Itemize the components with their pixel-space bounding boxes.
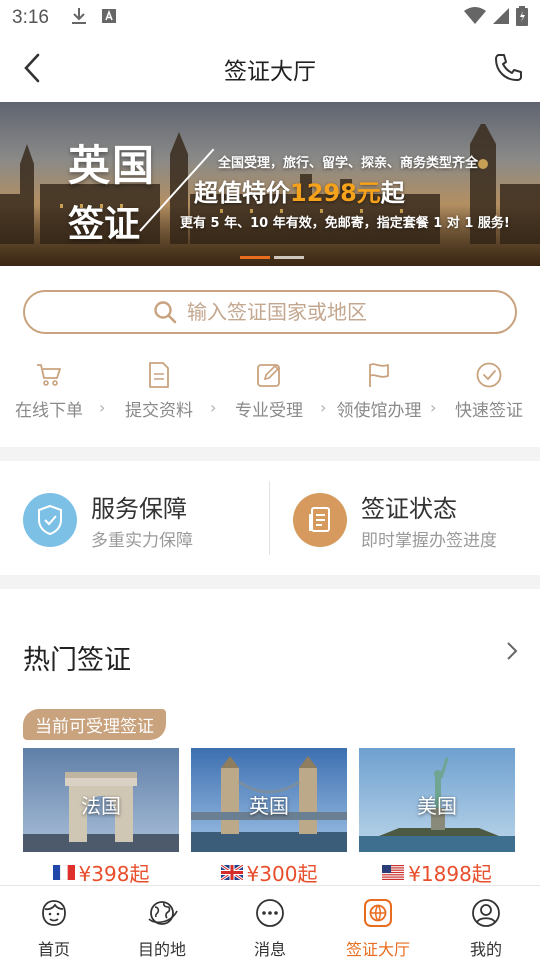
message-icon (253, 896, 287, 930)
step-processing[interactable]: 专业受理 (214, 360, 324, 421)
step-label: 提交资料 (125, 401, 193, 421)
visa-icon (361, 896, 395, 930)
chevron-right-icon (507, 642, 518, 660)
keyboard-a-icon (101, 8, 117, 28)
service-visa-status[interactable]: 签证状态 即时掌握办签进度 (293, 489, 497, 551)
visa-price: ¥398起 (78, 862, 150, 886)
home-face-icon (37, 896, 71, 930)
service-guarantee[interactable]: 服务保障 多重实力保障 (23, 489, 193, 551)
visa-card-usa[interactable]: 美国 ¥1898起 (359, 748, 515, 886)
document-list-icon (293, 493, 347, 547)
banner-copy: 全国受理，旅行、留学、探亲、商务类型齐全 超值特价1298元起 更有 5 年、1… (180, 152, 510, 231)
globe-icon (145, 896, 179, 930)
visa-price-row: ¥300起 (191, 858, 347, 887)
check-circle-icon (474, 360, 504, 390)
step-label: 快速签证 (455, 401, 523, 421)
visa-price: ¥1898起 (408, 862, 492, 886)
banner-headline: 英国 签证 (68, 132, 156, 247)
hot-visa-title: 热门签证 (23, 645, 131, 676)
wifi-icon (464, 7, 486, 29)
carousel-dot[interactable] (274, 256, 304, 259)
banner-line2-prefix: 超值特价 (194, 179, 290, 207)
top-header: 签证大厅 (0, 36, 540, 102)
visa-card-list: 法国 ¥398起 英国 ¥300起 美国 ¥1898起 (23, 748, 517, 886)
promo-banner[interactable]: 英国 签证 全国受理，旅行、留学、探亲、商务类型齐全 超值特价1298元起 更有… (0, 102, 540, 266)
visa-card-uk[interactable]: 英国 ¥300起 (191, 748, 347, 886)
banner-headline-line2: 签证 (68, 204, 141, 245)
section-divider (0, 447, 540, 461)
document-icon (144, 360, 174, 390)
visa-card-france[interactable]: 法国 ¥398起 (23, 748, 179, 886)
step-label: 专业受理 (235, 401, 303, 421)
tab-label: 我的 (469, 940, 502, 959)
vertical-divider (269, 481, 270, 555)
signal-icon (492, 7, 510, 29)
status-bar: 3:16 (0, 0, 540, 36)
service-title: 服务保障 (91, 495, 187, 523)
phone-icon (495, 54, 522, 81)
step-fast-visa[interactable]: 快速签证 (434, 360, 540, 421)
france-flag-icon (52, 865, 75, 880)
banner-headline-line1: 英国 (68, 141, 157, 190)
banner-line2-suffix: 起 (380, 179, 405, 207)
tab-label: 目的地 (137, 940, 186, 959)
service-subtitle: 即时掌握办签进度 (361, 531, 497, 551)
service-title: 签证状态 (361, 495, 457, 523)
usa-flag-icon (382, 865, 405, 880)
hot-visa-more-button[interactable] (500, 636, 524, 666)
step-embassy[interactable]: 领使馆办理 (324, 360, 434, 421)
visa-search-bar[interactable] (23, 290, 517, 334)
edit-icon (254, 360, 284, 390)
banner-price-highlight: 1298元 (290, 179, 381, 207)
tab-home[interactable]: 首页 (0, 896, 108, 960)
banner-line1: 全国受理，旅行、留学、探亲、商务类型齐全 (218, 156, 479, 171)
download-icon (71, 7, 87, 29)
bottom-tab-bar: 首页 目的地 消息 签证大厅 我的 (0, 885, 540, 960)
flag-icon (364, 360, 394, 390)
shield-icon (23, 493, 77, 547)
visa-country-name: 英国 (249, 794, 289, 818)
tab-profile[interactable]: 我的 (432, 896, 540, 960)
process-steps: 在线下单 › 提交资料 › 专业受理 › 领使馆办理 › 快速签证 (0, 360, 540, 430)
banner-line3: 更有 5 年、10 年有效，免邮寄，指定套餐 1 对 1 服务! (180, 216, 510, 231)
carousel-indicator (240, 256, 304, 259)
uk-flag-icon (220, 865, 243, 880)
banner-line2: 超值特价1298元起 (194, 173, 510, 208)
service-subtitle: 多重实力保障 (91, 531, 193, 551)
tab-messages[interactable]: 消息 (216, 896, 324, 960)
tab-label: 签证大厅 (345, 940, 410, 959)
step-submit-docs[interactable]: 提交资料 (104, 360, 214, 421)
visa-price: ¥300起 (246, 862, 318, 886)
user-icon (469, 896, 503, 930)
cart-icon (34, 360, 64, 390)
tab-visa-hall[interactable]: 签证大厅 (324, 896, 432, 960)
tab-destination[interactable]: 目的地 (108, 896, 216, 960)
chevron-left-icon (24, 53, 40, 83)
step-label: 领使馆办理 (336, 401, 422, 421)
status-time: 3:16 (12, 7, 49, 28)
call-button[interactable] (490, 50, 526, 86)
section-divider (0, 575, 540, 589)
carousel-dot[interactable] (240, 256, 270, 259)
back-button[interactable] (14, 50, 50, 86)
search-input[interactable] (187, 300, 387, 324)
tab-label: 消息 (253, 940, 286, 959)
tab-label: 首页 (37, 940, 70, 959)
visa-price-row: ¥398起 (23, 858, 179, 887)
visa-price-row: ¥1898起 (359, 858, 515, 887)
step-label: 在线下单 (15, 401, 83, 421)
visa-country-name: 美国 (417, 794, 457, 818)
battery-icon (516, 6, 528, 30)
available-visa-badge: 当前可受理签证 (23, 709, 166, 740)
page-title: 签证大厅 (224, 59, 316, 85)
service-cards: 服务保障 多重实力保障 签证状态 即时掌握办签进度 (0, 461, 540, 575)
visa-country-name: 法国 (81, 794, 121, 818)
search-icon (154, 301, 177, 324)
step-online-order[interactable]: 在线下单 (0, 360, 104, 421)
